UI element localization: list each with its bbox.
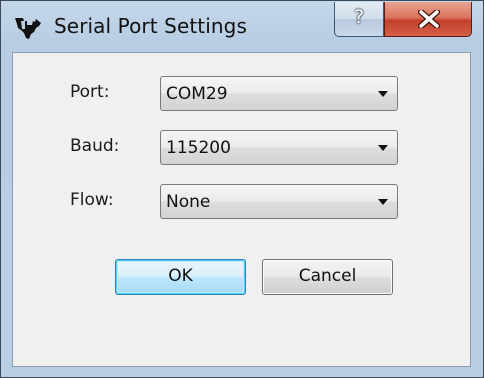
chevron-down-icon	[378, 145, 388, 151]
port-label: Port:	[70, 82, 110, 102]
flow-label: Flow:	[70, 190, 114, 210]
window-title: Serial Port Settings	[54, 14, 247, 38]
close-button[interactable]	[384, 2, 472, 37]
baud-select[interactable]: 115200	[160, 130, 398, 165]
help-button[interactable]: ?	[334, 2, 384, 37]
baud-value: 115200	[166, 138, 231, 158]
chevron-down-icon	[378, 199, 388, 205]
title-bar[interactable]: Serial Port Settings ?	[1, 1, 483, 51]
baud-label: Baud:	[70, 136, 120, 156]
flow-value: None	[166, 192, 211, 212]
ti-logo-icon	[14, 15, 42, 41]
chevron-down-icon	[378, 91, 388, 97]
cancel-button[interactable]: Cancel	[262, 259, 393, 295]
dialog-content: Port: COM29 Baud: 115200 Flow: None OK C…	[12, 52, 471, 367]
close-icon	[418, 10, 440, 28]
port-value: COM29	[166, 84, 228, 104]
help-icon: ?	[353, 6, 365, 28]
port-select[interactable]: COM29	[160, 76, 398, 111]
flow-select[interactable]: None	[160, 184, 398, 219]
dialog-window: Serial Port Settings ? Port: COM29 Baud:…	[0, 0, 484, 378]
ok-button[interactable]: OK	[115, 259, 246, 295]
